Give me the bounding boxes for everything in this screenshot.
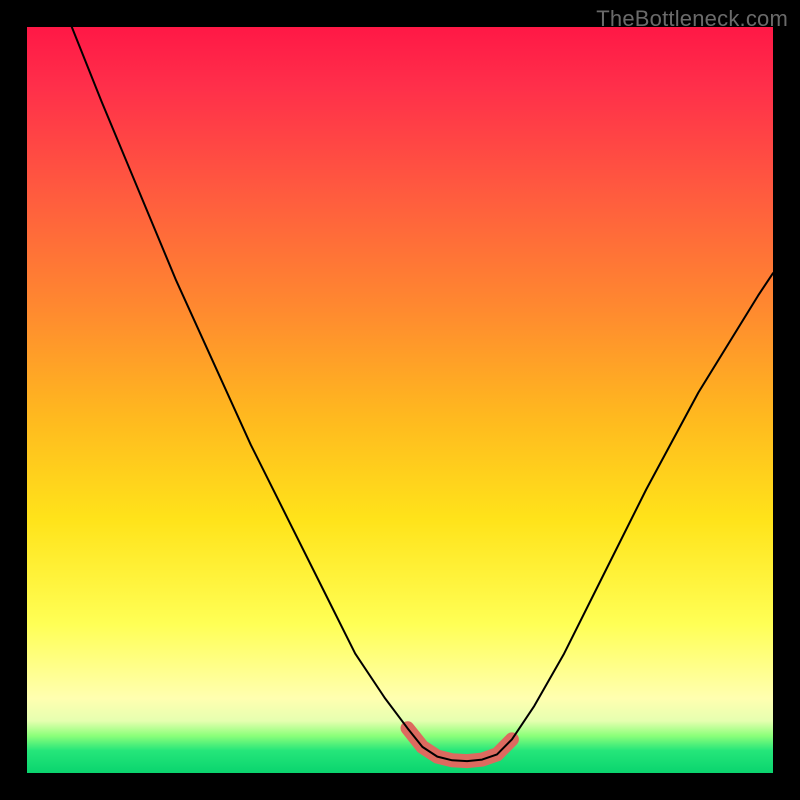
curve-svg [27,27,773,773]
bottleneck-curve [72,27,773,761]
plot-gradient-area [27,27,773,773]
valley-highlight [408,728,512,761]
chart-frame: TheBottleneck.com [0,0,800,800]
